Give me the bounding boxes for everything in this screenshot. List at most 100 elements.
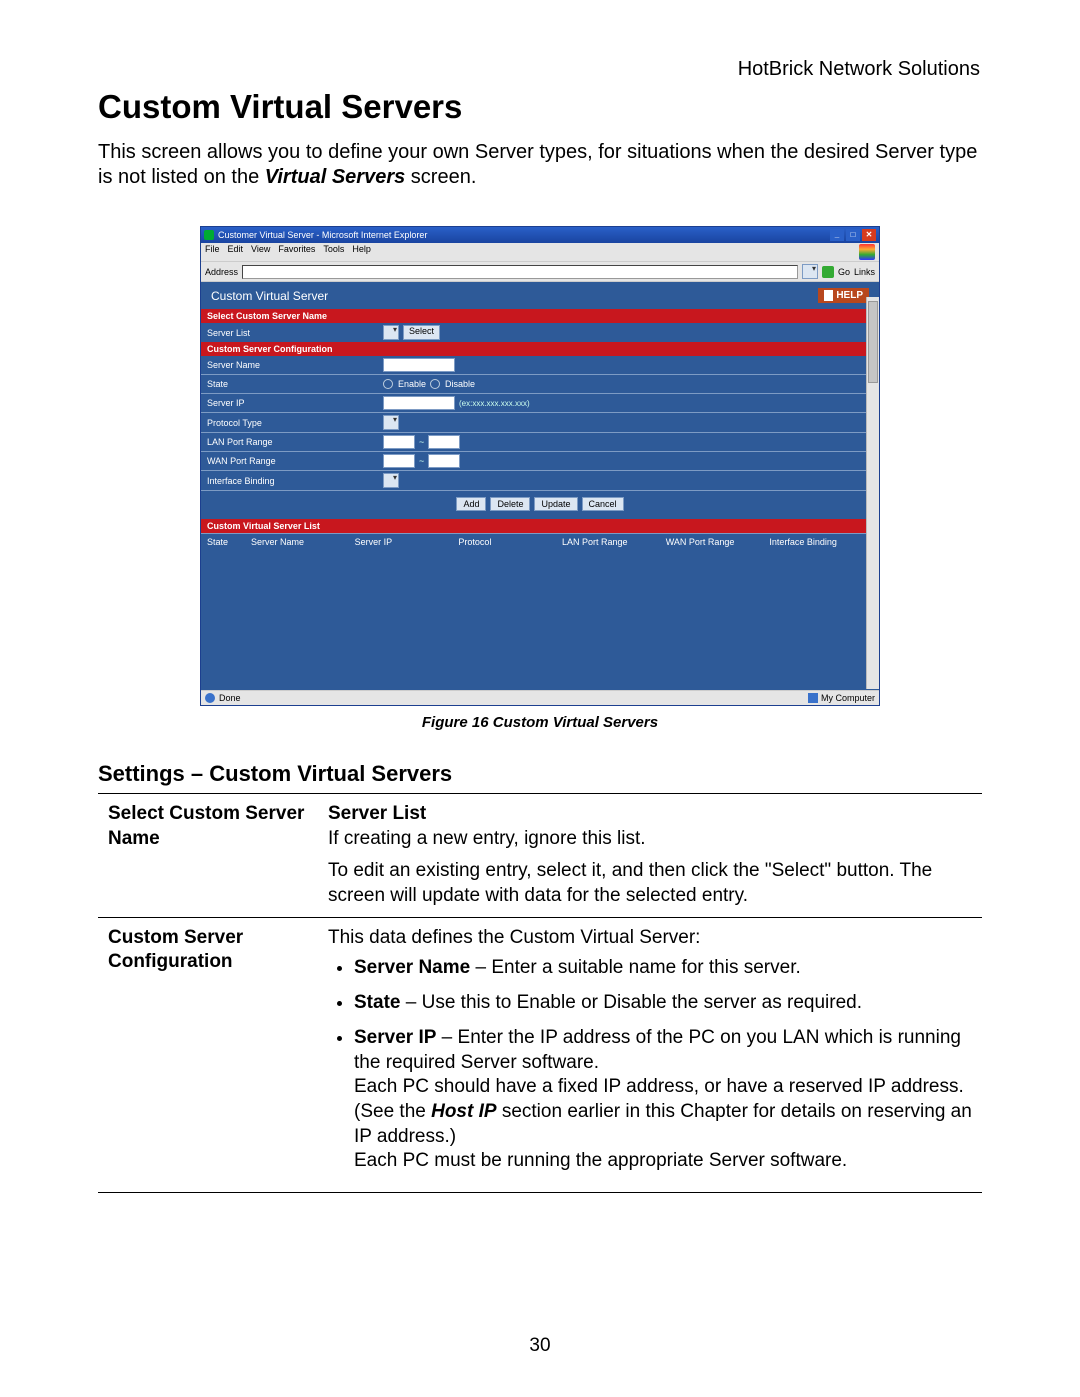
lan-port-from-input[interactable] xyxy=(383,435,415,449)
server-list-dropdown[interactable] xyxy=(383,325,399,340)
lan-port-tilde: ~ xyxy=(419,437,424,447)
server-ip-input[interactable] xyxy=(383,396,455,410)
delete-button[interactable]: Delete xyxy=(490,497,530,511)
protocol-type-select[interactable] xyxy=(383,415,399,430)
window-close-button[interactable]: ✕ xyxy=(862,229,876,241)
menu-favorites[interactable]: Favorites xyxy=(278,244,315,260)
go-label[interactable]: Go xyxy=(838,267,850,277)
col-state: State xyxy=(207,537,251,547)
help-icon xyxy=(824,290,833,301)
section-select-header: Select Custom Server Name xyxy=(201,309,879,323)
cancel-button[interactable]: Cancel xyxy=(582,497,624,511)
server-list-label: Server List xyxy=(207,328,383,338)
b3-t1: – Enter the IP address of the PC on you … xyxy=(354,1027,961,1073)
interface-binding-select[interactable] xyxy=(383,473,399,488)
intro-pre: This screen allows you to define your ow… xyxy=(98,141,977,188)
server-name-label: Server Name xyxy=(207,360,383,370)
wan-port-to-input[interactable] xyxy=(428,454,460,468)
state-enable-radio[interactable] xyxy=(383,379,393,389)
server-ip-hint: (ex:xxx.xxx.xxx.xxx) xyxy=(459,399,530,408)
col-protocol: Protocol xyxy=(458,537,562,547)
bullet-state: State – Use this to Enable or Disable th… xyxy=(354,991,972,1016)
ie-title-text: Customer Virtual Server - Microsoft Inte… xyxy=(218,230,830,240)
ie-logo-icon xyxy=(859,244,875,260)
settings-table: Select Custom Server Name Server List If… xyxy=(98,793,982,1193)
bullet-server-name: Server Name – Enter a suitable name for … xyxy=(354,956,972,981)
menu-edit[interactable]: Edit xyxy=(228,244,244,260)
section-config-header: Custom Server Configuration xyxy=(201,342,879,356)
wan-port-tilde: ~ xyxy=(419,456,424,466)
screenshot-figure: Customer Virtual Server - Microsoft Inte… xyxy=(200,226,880,731)
address-dropdown[interactable] xyxy=(802,264,818,279)
col-lan-port: LAN Port Range xyxy=(562,537,666,547)
ie-titlebar: Customer Virtual Server - Microsoft Inte… xyxy=(201,227,879,243)
list-table-header: State Server Name Server IP Protocol LAN… xyxy=(201,533,879,550)
window-minimize-button[interactable]: _ xyxy=(830,229,844,241)
add-button[interactable]: Add xyxy=(456,497,486,511)
status-done-text: Done xyxy=(219,693,241,703)
b1-t: – Enter a suitable name for this server. xyxy=(470,957,801,978)
server-ip-label: Server IP xyxy=(207,398,383,408)
update-button[interactable]: Update xyxy=(534,497,577,511)
status-zone-text: My Computer xyxy=(821,693,875,703)
help-label: HELP xyxy=(836,290,863,301)
lan-port-to-input[interactable] xyxy=(428,435,460,449)
row1-right: Server List If creating a new entry, ign… xyxy=(318,794,982,918)
col-server-name: Server Name xyxy=(251,537,355,547)
row2-left: Custom Server Configuration xyxy=(98,917,318,1192)
select-button[interactable]: Select xyxy=(403,325,440,340)
state-label: State xyxy=(207,379,383,389)
ie-address-bar: Address Go Links xyxy=(201,262,879,282)
b3-em: Host IP xyxy=(431,1101,496,1122)
row1-p2: To edit an existing entry, select it, an… xyxy=(328,859,972,908)
window-maximize-button[interactable]: □ xyxy=(846,229,860,241)
ie-app-icon xyxy=(204,230,214,240)
wan-port-label: WAN Port Range xyxy=(207,456,383,466)
menu-help[interactable]: Help xyxy=(352,244,371,260)
menu-view[interactable]: View xyxy=(251,244,270,260)
b3-h: Server IP xyxy=(354,1027,436,1048)
help-button[interactable]: HELP xyxy=(818,288,869,303)
intro-em: Virtual Servers xyxy=(265,166,405,188)
figure-caption: Figure 16 Custom Virtual Servers xyxy=(200,714,880,731)
links-label[interactable]: Links xyxy=(854,267,875,277)
my-computer-icon xyxy=(808,693,818,703)
app-page-title: Custom Virtual Server xyxy=(211,289,818,303)
go-icon[interactable] xyxy=(822,266,834,278)
settings-subhead: Settings – Custom Virtual Servers xyxy=(98,761,982,787)
menu-file[interactable]: File xyxy=(205,244,220,260)
server-name-input[interactable] xyxy=(383,358,455,372)
menu-tools[interactable]: Tools xyxy=(323,244,344,260)
protocol-type-label: Protocol Type xyxy=(207,418,383,428)
b2-t: – Use this to Enable or Disable the serv… xyxy=(400,992,862,1013)
ie-status-bar: Done My Computer xyxy=(201,690,879,705)
b1-h: Server Name xyxy=(354,957,470,978)
ie-scrollbar[interactable] xyxy=(866,297,879,689)
section-list-header: Custom Virtual Server List xyxy=(201,519,879,533)
col-wan-port: WAN Port Range xyxy=(666,537,770,547)
ie-window: Customer Virtual Server - Microsoft Inte… xyxy=(200,226,880,706)
list-table-body xyxy=(201,550,879,690)
state-disable-label: Disable xyxy=(445,379,475,389)
action-button-row: Add Delete Update Cancel xyxy=(201,490,879,519)
intro-text: This screen allows you to define your ow… xyxy=(98,140,982,190)
address-input[interactable] xyxy=(242,265,798,279)
lan-port-label: LAN Port Range xyxy=(207,437,383,447)
ie-content: Custom Virtual Server HELP Select Custom… xyxy=(201,282,879,690)
state-enable-label: Enable xyxy=(398,379,426,389)
wan-port-from-input[interactable] xyxy=(383,454,415,468)
ie-menu-bar: File Edit View Favorites Tools Help xyxy=(201,243,879,262)
address-label: Address xyxy=(205,267,238,277)
row1-p1: If creating a new entry, ignore this lis… xyxy=(328,827,972,852)
b3-t4: Each PC must be running the appropriate … xyxy=(354,1150,847,1171)
col-server-ip: Server IP xyxy=(355,537,459,547)
scroll-thumb[interactable] xyxy=(868,301,878,383)
page-title: Custom Virtual Servers xyxy=(98,88,982,126)
row1-h: Server List xyxy=(328,802,972,827)
row2-right: This data defines the Custom Virtual Ser… xyxy=(318,917,982,1192)
bullet-server-ip: Server IP – Enter the IP address of the … xyxy=(354,1026,972,1174)
b2-h: State xyxy=(354,992,400,1013)
state-disable-radio[interactable] xyxy=(430,379,440,389)
brand-header: HotBrick Network Solutions xyxy=(738,58,980,81)
page-number: 30 xyxy=(0,1335,1080,1357)
